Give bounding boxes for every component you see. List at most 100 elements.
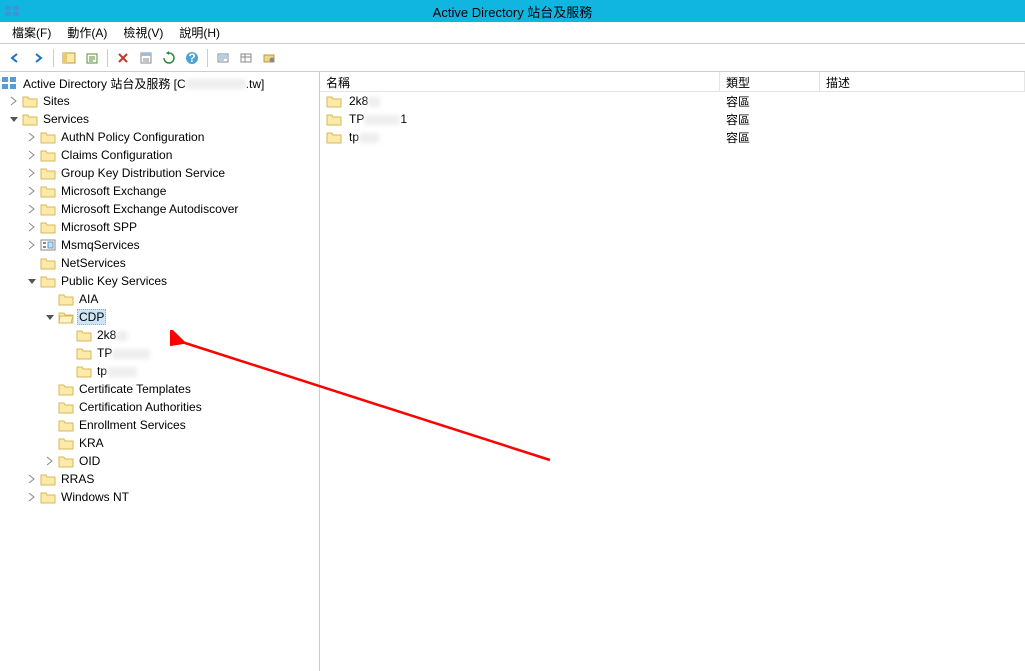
toolbar-separator (107, 49, 108, 67)
console-root-icon (2, 76, 18, 90)
properties-button[interactable] (135, 47, 157, 69)
folder-icon (326, 94, 342, 108)
folder-icon (22, 94, 38, 108)
tree-item-msex[interactable]: Microsoft Exchange (0, 182, 319, 200)
tree-item-oid[interactable]: OID (0, 452, 319, 470)
tree-item-cdp-child[interactable]: TP (0, 344, 319, 362)
tree-label: NetServices (59, 256, 128, 270)
tree-item-msexauto[interactable]: Microsoft Exchange Autodiscover (0, 200, 319, 218)
tree-item-aia[interactable]: AIA (0, 290, 319, 308)
expander-collapsed-icon[interactable] (44, 455, 56, 467)
tree-item-winnt[interactable]: Windows NT (0, 488, 319, 506)
tree-item-msmq[interactable]: MsmqServices (0, 236, 319, 254)
tree-label: MsmqServices (59, 238, 142, 252)
folder-icon (326, 130, 342, 144)
folder-icon (22, 112, 38, 126)
folder-icon (76, 364, 92, 378)
expander-collapsed-icon[interactable] (26, 221, 38, 233)
back-button[interactable] (4, 47, 26, 69)
folder-icon (58, 418, 74, 432)
expander-expanded-icon[interactable] (44, 311, 56, 323)
expander-collapsed-icon[interactable] (26, 203, 38, 215)
tree-item-claims[interactable]: Claims Configuration (0, 146, 319, 164)
tree-label: Group Key Distribution Service (59, 166, 227, 180)
detail-view-button[interactable] (235, 47, 257, 69)
list-cell-type: 容區 (720, 111, 820, 128)
folder-icon (76, 328, 92, 342)
column-header-type[interactable]: 類型 (720, 72, 820, 91)
column-header-name[interactable]: 名稱 (320, 72, 720, 91)
tree-item-certtpl[interactable]: Certificate Templates (0, 380, 319, 398)
folder-icon (40, 220, 56, 234)
configure-button[interactable] (258, 47, 280, 69)
expander-expanded-icon[interactable] (26, 275, 38, 287)
tree-item-authn[interactable]: AuthN Policy Configuration (0, 128, 319, 146)
list-body[interactable]: 2k8容區TP1容區tp容區 (320, 92, 1025, 671)
tree-item-kra[interactable]: KRA (0, 434, 319, 452)
expander-collapsed-icon[interactable] (26, 473, 38, 485)
show-hide-tree-button[interactable] (58, 47, 80, 69)
tree-item-enroll[interactable]: Enrollment Services (0, 416, 319, 434)
tree-item-rras[interactable]: RRAS (0, 470, 319, 488)
expander-collapsed-icon[interactable] (26, 149, 38, 161)
tree-label: Microsoft Exchange (59, 184, 168, 198)
menu-action[interactable]: 動作(A) (59, 22, 115, 43)
tree-label: TP (95, 346, 152, 360)
expander-collapsed-icon[interactable] (26, 167, 38, 179)
tree-item-pks[interactable]: Public Key Services (0, 272, 319, 290)
tree-item-cdp-child[interactable]: 2k8 (0, 326, 319, 344)
expander-collapsed-icon[interactable] (8, 95, 20, 107)
tree-label: Certificate Templates (77, 382, 193, 396)
delete-button[interactable] (112, 47, 134, 69)
tree-label: Public Key Services (59, 274, 169, 288)
tree-item-sites[interactable]: Sites (0, 92, 319, 110)
tree-item-netsvc[interactable]: NetServices (0, 254, 319, 272)
service-icon (40, 238, 56, 252)
tree-label: OID (77, 454, 102, 468)
filter-button[interactable] (212, 47, 234, 69)
menu-file[interactable]: 檔案(F) (4, 22, 59, 43)
expander-expanded-icon[interactable] (8, 113, 20, 125)
tree-root[interactable]: Active Directory 站台及服務 [C.tw] (0, 74, 319, 92)
export-list-button[interactable] (81, 47, 103, 69)
list-row[interactable]: 2k8容區 (320, 92, 1025, 110)
tree-item-cdp-child[interactable]: tp (0, 362, 319, 380)
forward-button[interactable] (27, 47, 49, 69)
list-row[interactable]: TP1容區 (320, 110, 1025, 128)
tree-item-gkds[interactable]: Group Key Distribution Service (0, 164, 319, 182)
list-header: 名稱 類型 描述 (320, 72, 1025, 92)
folder-open-icon (58, 310, 74, 324)
help-button[interactable]: ? (181, 47, 203, 69)
list-cell-type: 容區 (720, 93, 820, 110)
expander-collapsed-icon[interactable] (26, 491, 38, 503)
menu-view[interactable]: 檢視(V) (115, 22, 171, 43)
tree-label: KRA (77, 436, 106, 450)
tree-item-certauth[interactable]: Certification Authorities (0, 398, 319, 416)
folder-icon (58, 292, 74, 306)
toolbar-separator (207, 49, 208, 67)
tree-label: Sites (41, 94, 72, 108)
folder-icon (40, 490, 56, 504)
expander-collapsed-icon[interactable] (26, 131, 38, 143)
folder-icon (40, 256, 56, 270)
tree-pane[interactable]: Active Directory 站台及服務 [C.tw] Sites Serv… (0, 72, 320, 671)
tree-item-msspp[interactable]: Microsoft SPP (0, 218, 319, 236)
main-content: Active Directory 站台及服務 [C.tw] Sites Serv… (0, 72, 1025, 671)
expander-collapsed-icon[interactable] (26, 185, 38, 197)
menubar: 檔案(F) 動作(A) 檢視(V) 說明(H) (0, 22, 1025, 44)
list-cell-name: TP1 (320, 112, 720, 126)
expander-collapsed-icon[interactable] (26, 239, 38, 251)
tree-item-services[interactable]: Services (0, 110, 319, 128)
refresh-button[interactable] (158, 47, 180, 69)
folder-icon (76, 346, 92, 360)
column-header-desc[interactable]: 描述 (820, 72, 1025, 91)
list-row[interactable]: tp容區 (320, 128, 1025, 146)
list-cell-name: 2k8 (320, 94, 720, 108)
menu-help[interactable]: 說明(H) (171, 22, 228, 43)
tree-label: AuthN Policy Configuration (59, 130, 206, 144)
tree-item-cdp[interactable]: CDP (0, 308, 319, 326)
window-title: Active Directory 站台及服務 (433, 2, 593, 21)
tree-label: RRAS (59, 472, 96, 486)
folder-icon (40, 130, 56, 144)
folder-icon (40, 184, 56, 198)
